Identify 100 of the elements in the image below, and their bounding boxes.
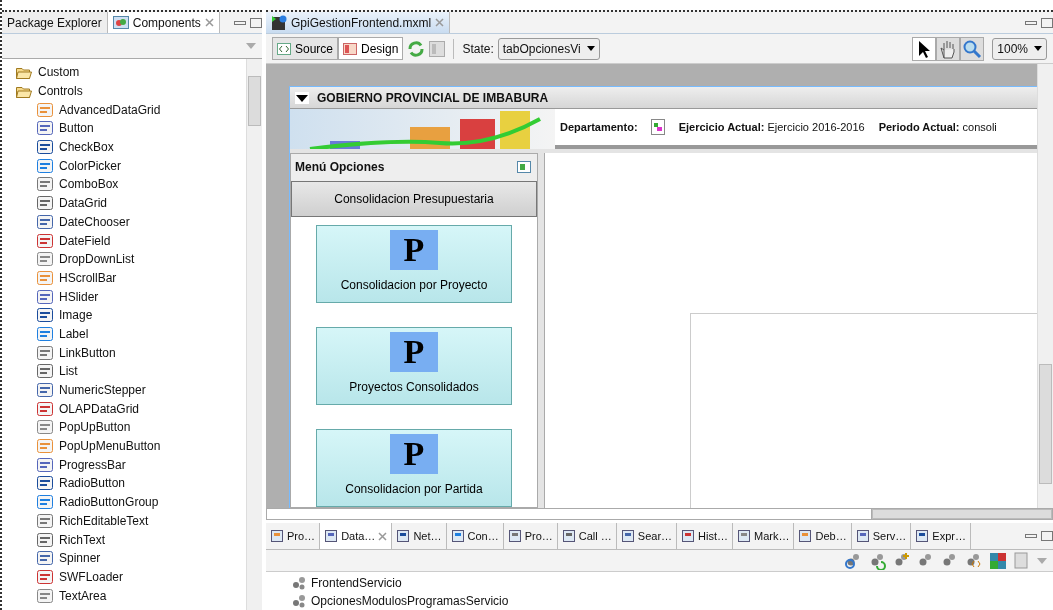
folder-icon [16,84,32,98]
tree-item[interactable]: TextArea [16,586,246,605]
tree-item[interactable]: Label [16,324,246,344]
component-icon [37,308,53,323]
tree-item[interactable]: RichEditableText [16,511,246,531]
component-icon [37,457,53,472]
view-tab[interactable]: Serv… [851,523,912,549]
close-icon[interactable] [435,18,445,27]
tree-item[interactable]: ProgressBar [16,455,246,475]
tree-item[interactable]: RichText [16,530,246,549]
state-label: State: [462,40,494,58]
component-icon [37,121,53,136]
tree-item[interactable]: Button [16,119,246,138]
tree-item[interactable]: Spinner [16,548,246,568]
view-tab[interactable]: Data… [320,523,393,549]
tree-item[interactable]: DataGrid [16,193,246,213]
caret-icon [1034,46,1042,51]
tree-item[interactable]: Custom [16,63,246,82]
menu-option-card[interactable]: P Consolidacion por Partida [316,429,512,507]
gear-icon [292,576,306,590]
vertical-scrollbar[interactable] [246,59,262,610]
component-icon [37,383,53,398]
view-tab[interactable]: Pro… [503,523,558,549]
window-icon[interactable] [517,161,531,174]
mxml-file-icon [271,14,287,31]
tree-item[interactable]: RadioButton [16,474,246,493]
zoom-dropdown[interactable]: 100% [992,37,1047,60]
component-icon [37,588,53,603]
folder-icon [16,65,32,79]
view-tab[interactable]: Sear… [616,523,678,549]
tree-item[interactable]: LinkButton [16,343,246,362]
tree-item[interactable]: AdvancedDataGrid [16,100,246,120]
tree-item[interactable]: RadioButtonGroup [16,492,246,512]
view-tab[interactable]: Con… [446,523,504,549]
tree-item[interactable]: DateField [16,231,246,250]
table-icon[interactable] [989,551,1007,570]
tree-item[interactable]: List [16,362,246,381]
view-tab[interactable]: Call … [557,523,617,549]
tree-item[interactable]: ColorPicker [16,156,246,176]
minimize-icon[interactable] [234,20,246,25]
section-button[interactable]: Consolidacion Presupuestaria [291,180,537,217]
editor-tab[interactable]: GpiGestionFrontend.mxml [266,12,451,33]
minimize-icon[interactable] [1025,534,1037,538]
tree-item[interactable]: DropDownList [16,249,246,269]
maximize-icon[interactable] [1041,17,1053,28]
view-tab[interactable]: Expr… [911,523,971,549]
refresh-icon[interactable] [869,551,887,570]
menu-option-card[interactable]: P Proyectos Consolidados [316,327,512,405]
service-item[interactable]: OpcionesModulosProgramasServicio [292,592,1053,610]
tree-item[interactable]: DateChooser [16,212,246,232]
state-dropdown[interactable]: tabOpcionesVi [497,37,600,60]
tree-item[interactable]: HScrollBar [16,268,246,288]
tree-item[interactable]: SWFLoader [16,567,246,587]
component-icon [37,364,53,379]
view-menu-icon[interactable] [246,43,256,49]
tree-item[interactable]: ComboBox [16,175,246,194]
view-icon [620,529,635,543]
component-icon [37,140,53,155]
menu-option-card[interactable]: P Consolidacion por Proyecto [316,225,512,303]
field-value: consoli [962,119,997,135]
tree-item[interactable]: Image [16,305,246,325]
tree-item[interactable]: Controls [16,81,246,101]
view-icon [798,529,813,543]
service-item[interactable]: FrontendServicio [292,574,1053,592]
minimize-icon[interactable] [1025,20,1037,25]
component-icon [37,196,53,211]
option-label: Proyectos Consolidados [349,379,479,396]
field-label: Ejercicio Actual: [678,119,765,135]
maximize-icon[interactable] [250,17,262,28]
view-tab[interactable]: Mark… [733,523,795,549]
option-icon: P [390,332,438,372]
tree-item[interactable]: PopUpMenuButton [16,436,246,456]
mode-button[interactable]: Design [338,37,404,60]
horizontal-scrollbar[interactable] [266,508,1053,520]
tree-item[interactable]: OLAPDataGrid [16,399,246,419]
view-tab[interactable]: Hist… [677,523,734,549]
tree-item[interactable]: CheckBox [16,137,246,157]
collapse-icon[interactable] [295,91,309,104]
code-icon[interactable] [965,551,983,570]
component-icon [37,233,53,248]
view-menu-icon[interactable] [1037,557,1047,564]
broken-image-icon [650,119,665,135]
view-icon [507,529,522,543]
vertical-scrollbar[interactable] [1037,64,1053,508]
tree-item[interactable]: PopUpButton [16,418,246,437]
view-tab[interactable]: Net… [392,523,447,549]
tree-item[interactable]: NumericStepper [16,380,246,400]
panel-tab[interactable]: Components [107,12,220,33]
panel-tab[interactable]: Package Explorer [2,12,108,33]
view-icon [396,529,411,543]
maximize-icon[interactable] [1041,531,1053,541]
close-icon[interactable] [204,18,214,27]
tree-item[interactable]: HSlider [16,287,246,306]
view-icon [561,529,576,543]
tool-button[interactable] [912,36,937,61]
view-tab[interactable]: Deb… [794,523,852,549]
close-icon[interactable] [378,531,388,541]
mode-button[interactable]: Source [272,37,339,60]
refresh-icon[interactable] [407,39,426,58]
components-icon [112,16,129,29]
